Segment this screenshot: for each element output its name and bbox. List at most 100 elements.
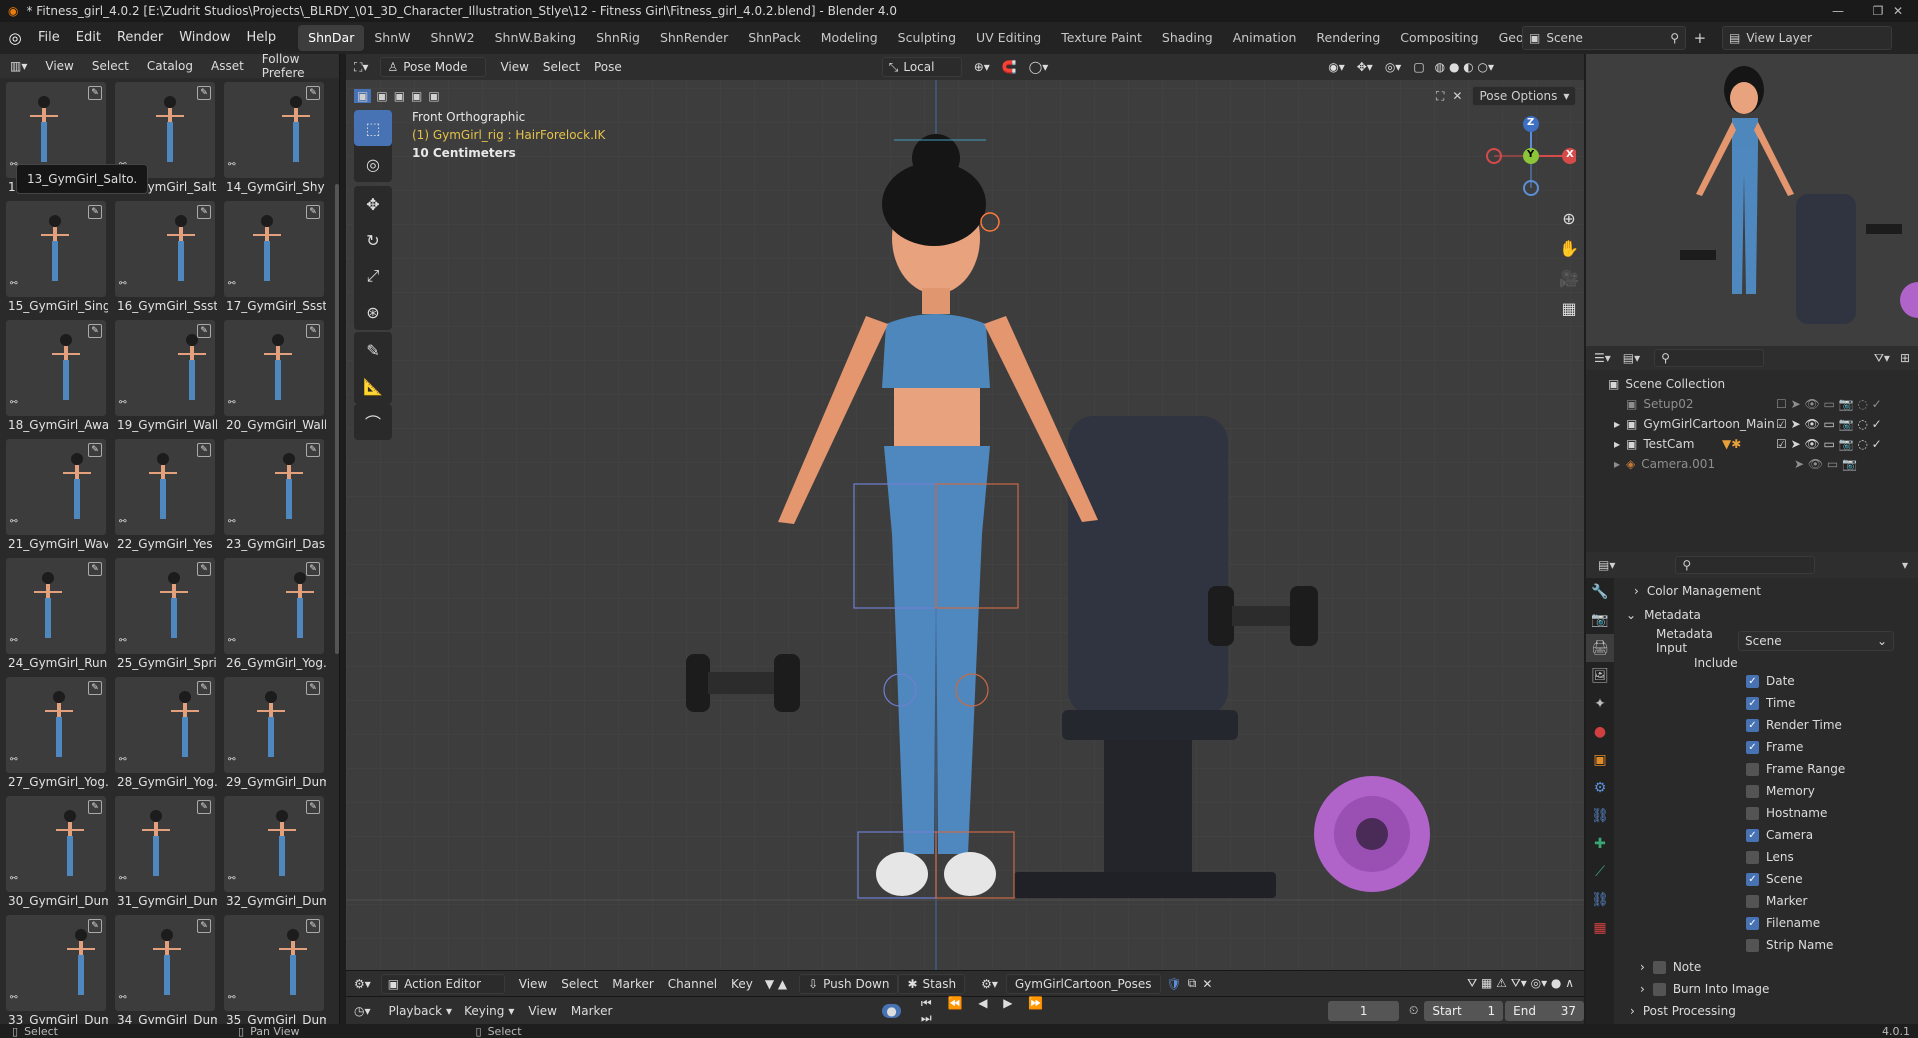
bone-tab-icon[interactable]: ⟋: [1586, 858, 1614, 886]
proportional-icon[interactable]: ◯▾: [1029, 60, 1048, 74]
zoom-icon[interactable]: ⊕: [1556, 204, 1582, 234]
checkbox[interactable]: [1746, 850, 1759, 864]
asset-scrollbar[interactable]: [335, 184, 339, 654]
asset-item[interactable]: ✎⚯18_GymGirl_Awake: [6, 320, 108, 439]
view-layer-tab-icon[interactable]: 🖼: [1586, 662, 1614, 690]
fake-user-icon[interactable]: 🛡: [1167, 977, 1182, 991]
edit-asset-icon[interactable]: ✎: [306, 562, 320, 576]
edit-asset-icon[interactable]: ✎: [197, 443, 211, 457]
action-menu-view[interactable]: View: [519, 977, 547, 991]
chevron-right-icon[interactable]: ▸: [1614, 437, 1620, 451]
annotate-icon[interactable]: ✎: [354, 332, 392, 368]
metadata-input-select[interactable]: Scene ⌄: [1738, 631, 1894, 651]
snap-icon[interactable]: 🧲: [1002, 60, 1017, 74]
editor-type-icon[interactable]: ▥▾: [10, 59, 27, 73]
metadata-field-strip-name[interactable]: Strip Name: [1746, 934, 1918, 956]
filter-icon[interactable]: ⛛▾: [1874, 351, 1890, 366]
checkbox[interactable]: ✓: [1746, 828, 1759, 842]
panel-burn[interactable]: › Burn Into Image: [1640, 978, 1918, 1000]
asset-item[interactable]: ✎ ⚯ 28_GymGirl_Yog...: [115, 677, 217, 796]
menu-window[interactable]: Window: [171, 22, 238, 54]
transform-icon[interactable]: ⊛: [354, 294, 392, 330]
checkbox[interactable]: [1746, 894, 1759, 908]
tab-workspace-1[interactable]: ShnW: [364, 25, 420, 51]
end-frame-field[interactable]: End 37: [1505, 1000, 1585, 1021]
note-checkbox[interactable]: [1652, 960, 1666, 974]
pan-hand-icon[interactable]: ✋: [1556, 234, 1582, 264]
chevron-right-icon[interactable]: ▸: [1614, 417, 1620, 431]
tab-workspace-2[interactable]: ShnW2: [421, 25, 485, 51]
asset-item[interactable]: ✎⚯21_GymGirl_Wavi...: [6, 439, 108, 558]
metadata-field-filename[interactable]: ✓ Filename: [1746, 912, 1918, 934]
burn-checkbox[interactable]: [1652, 982, 1666, 996]
edit-asset-icon[interactable]: ✎: [306, 86, 320, 100]
restrict-icons[interactable]: ☐ ➤ 👁 ▭ 📷 ◌ ✓: [1776, 397, 1882, 411]
pose-tool-icon[interactable]: ⛶: [1436, 89, 1444, 104]
action-menu-key[interactable]: Key: [731, 977, 753, 991]
edit-asset-icon[interactable]: ✎: [88, 800, 102, 814]
edit-asset-icon[interactable]: ✎: [306, 324, 320, 338]
tab-workspace-13[interactable]: Rendering: [1306, 25, 1390, 51]
scene-selector[interactable]: ▣ Scene ⚲: [1522, 26, 1686, 50]
action-menu-marker[interactable]: Marker: [612, 977, 653, 991]
asset-item[interactable]: ✎ ⚯ 22_GymGirl_Yes ...: [115, 439, 217, 558]
edit-asset-icon[interactable]: ✎: [197, 86, 211, 100]
close-icon[interactable]: ✕: [1878, 0, 1918, 22]
action-menu-channel[interactable]: Channel: [668, 977, 717, 991]
add-workspace-icon[interactable]: +: [1694, 29, 1707, 47]
checkbox[interactable]: [1746, 784, 1759, 798]
checkbox[interactable]: ✓: [1746, 674, 1759, 688]
action-browse-icon[interactable]: ⚙▾: [981, 977, 998, 991]
asset-item[interactable]: ✎ ⚯ 27_GymGirl_Yog...: [6, 677, 108, 796]
display-mode-icon[interactable]: ▤▾: [1623, 351, 1640, 365]
select-invert-icon[interactable]: ▣: [408, 89, 425, 103]
asset-item[interactable]: ✎⚯19_GymGirl_Walk...: [115, 320, 217, 439]
scene-tab-icon[interactable]: ✦: [1586, 690, 1614, 718]
tab-workspace-11[interactable]: Shading: [1152, 25, 1223, 51]
pivot-icon[interactable]: ⊕▾: [974, 60, 990, 74]
edit-asset-icon[interactable]: ✎: [197, 205, 211, 219]
asset-menu-asset[interactable]: Asset: [211, 59, 244, 73]
checkbox[interactable]: [1746, 762, 1759, 776]
modifier-tab-icon[interactable]: ⚙: [1586, 774, 1614, 802]
chevron-right-icon[interactable]: ▸: [1614, 457, 1620, 471]
editor-mode-select[interactable]: ▣ Action Editor: [380, 973, 505, 994]
edit-asset-icon[interactable]: ✎: [88, 681, 102, 695]
panel-post-processing[interactable]: › Post Processing: [1630, 1002, 1918, 1020]
viewport-editor-type-icon[interactable]: ⛶▾: [354, 60, 368, 75]
asset-item[interactable]: ✎⚯16_GymGirl_Ssst...: [115, 201, 217, 320]
select-subtract-icon[interactable]: ▣: [391, 89, 408, 103]
dopesheet-right-icons[interactable]: ⛛ ▦ ⚠ ⛛▾ ◎▾ ● ∧: [1467, 976, 1574, 991]
edit-asset-icon[interactable]: ✎: [88, 919, 102, 933]
pose-close-icon[interactable]: ✕: [1452, 89, 1462, 103]
dopesheet-type-icon[interactable]: ⚙▾: [354, 977, 371, 991]
metadata-field-time[interactable]: ✓ Time: [1746, 692, 1918, 714]
edit-asset-icon[interactable]: ✎: [88, 86, 102, 100]
transform-orientation[interactable]: ⤡ Local: [881, 57, 962, 77]
asset-item[interactable]: ✎⚯33_GymGirl_Dum...: [6, 915, 108, 1024]
asset-item[interactable]: ✎ ⚯ 23_GymGirl_Dash: [224, 439, 326, 558]
tab-workspace-14[interactable]: Compositing: [1390, 25, 1488, 51]
move-icon[interactable]: ✥: [354, 186, 392, 222]
asset-item[interactable]: ✎⚯35_GymGirl_Dum...: [224, 915, 326, 1024]
tab-workspace-0[interactable]: ShnDar: [298, 25, 365, 51]
autokey-icon[interactable]: ●: [882, 1003, 901, 1018]
current-frame-field[interactable]: 1: [1328, 1000, 1399, 1021]
edit-asset-icon[interactable]: ✎: [88, 324, 102, 338]
metadata-field-hostname[interactable]: Hostname: [1746, 802, 1918, 824]
viewport-menu-view[interactable]: View: [500, 60, 528, 74]
camera-view-icon[interactable]: 🎥: [1556, 264, 1582, 294]
xray-icon[interactable]: ▢: [1413, 60, 1424, 74]
properties-search[interactable]: ⚲: [1675, 556, 1816, 574]
checkbox[interactable]: ✓: [1746, 718, 1759, 732]
output-tab-icon[interactable]: 🖨: [1586, 634, 1614, 662]
playback-controls[interactable]: ⏮ ⏪ ◀ ▶ ⏩ ⏭: [921, 996, 1069, 1026]
select-extend-icon[interactable]: ▣: [373, 89, 390, 103]
outliner-item-setup02[interactable]: ▣ Setup02 ☐ ➤ 👁 ▭ 📷 ◌ ✓: [1586, 394, 1918, 414]
edit-asset-icon[interactable]: ✎: [306, 443, 320, 457]
render-tab-icon[interactable]: 📷: [1586, 606, 1614, 634]
metadata-field-frame[interactable]: ✓ Frame: [1746, 736, 1918, 758]
texture-tab-icon[interactable]: ▦: [1586, 914, 1614, 942]
scale-icon[interactable]: ⤢: [354, 258, 392, 294]
metadata-field-marker[interactable]: Marker: [1746, 890, 1918, 912]
